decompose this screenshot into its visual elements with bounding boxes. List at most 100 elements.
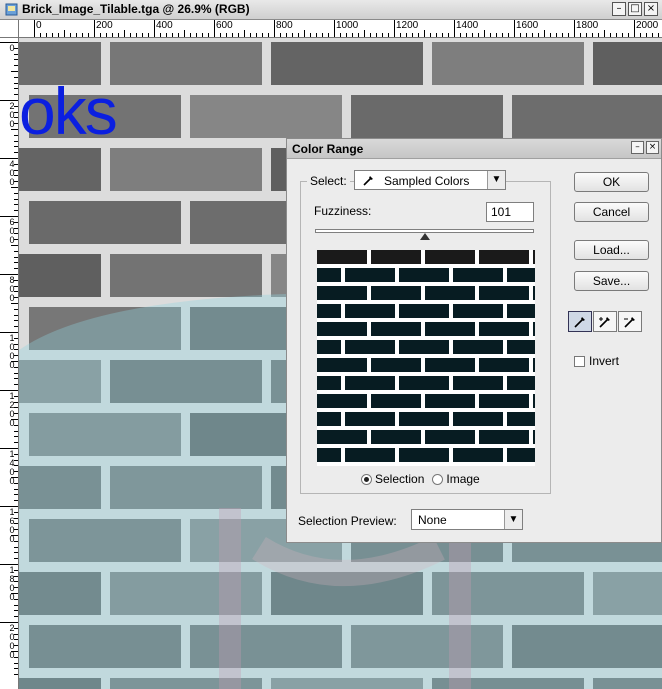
ruler-tick xyxy=(658,33,659,37)
preview-brick xyxy=(371,430,421,444)
ruler-tick xyxy=(14,378,18,380)
chevron-down-icon[interactable]: ▼ xyxy=(487,171,505,189)
preview-brick xyxy=(317,394,367,408)
ruler-tick xyxy=(136,33,137,37)
save-button[interactable]: Save... xyxy=(574,271,649,291)
ruler-tick xyxy=(430,33,431,37)
ruler-tick xyxy=(0,216,18,217)
document-title-bar[interactable]: Brick_Image_Tilable.tga @ 26.9% (RGB) – … xyxy=(0,0,662,20)
ruler-tick xyxy=(574,20,575,37)
preview-brick xyxy=(533,358,535,372)
document-icon xyxy=(5,3,18,16)
ruler-tick xyxy=(14,482,18,484)
ruler-tick xyxy=(14,198,18,200)
ruler-tick xyxy=(394,20,395,37)
ruler-tick xyxy=(14,413,18,415)
document-title: Brick_Image_Tilable.tga @ 26.9% (RGB) xyxy=(22,2,250,16)
ruler-tick xyxy=(532,33,533,37)
ruler-tick xyxy=(568,33,569,37)
preview-brick xyxy=(479,322,529,336)
ruler-tick xyxy=(11,361,18,362)
subtract-from-sample-button[interactable] xyxy=(618,311,642,332)
maximize-button[interactable]: □ xyxy=(628,2,642,16)
ruler-tick xyxy=(598,33,599,37)
ruler-tick xyxy=(14,169,18,171)
ruler-tick xyxy=(292,33,293,37)
eyedropper-minus-icon xyxy=(624,316,635,328)
ruler-tick xyxy=(448,33,449,37)
preview-brick xyxy=(533,250,535,264)
ruler-tick xyxy=(14,210,18,212)
image-radio-label[interactable]: Image xyxy=(446,472,479,486)
ruler-tick xyxy=(14,459,18,461)
ruler-tick xyxy=(250,33,251,37)
preview-brick xyxy=(479,250,529,264)
chevron-down-icon[interactable]: ▼ xyxy=(504,510,522,529)
close-button[interactable]: × xyxy=(644,2,658,16)
eyedropper-icon xyxy=(574,316,585,328)
ruler-tick xyxy=(226,33,227,37)
ruler-tick xyxy=(14,540,18,542)
horizontal-ruler[interactable]: 0 200 400 600 800 1000 1200 1400 1600 1800 2000 xyxy=(19,20,662,38)
ruler-tick xyxy=(358,33,359,37)
invert-label[interactable]: Invert xyxy=(589,354,619,368)
ruler-tick xyxy=(11,129,18,130)
ok-button[interactable]: OK xyxy=(574,172,649,192)
preview-brick xyxy=(453,268,503,282)
vertical-ruler[interactable]: 02 0 04 0 06 0 08 0 01 0 0 01 2 0 01 4 0… xyxy=(0,38,19,689)
ruler-tick xyxy=(0,158,18,159)
preview-brick xyxy=(507,376,535,390)
fuzziness-slider-thumb[interactable] xyxy=(420,233,430,240)
ruler-tick xyxy=(40,33,41,37)
ruler-tick xyxy=(100,33,101,37)
ruler-tick xyxy=(11,593,18,594)
eyedropper-plus-icon xyxy=(599,316,610,328)
ruler-tick xyxy=(14,662,18,664)
ruler-tick xyxy=(496,33,497,37)
cancel-button[interactable]: Cancel xyxy=(574,202,649,222)
preview-brick xyxy=(345,412,395,426)
ruler-tick xyxy=(14,384,18,386)
ruler-tick xyxy=(436,33,437,37)
ruler-tick xyxy=(556,33,557,37)
ruler-corner[interactable] xyxy=(0,20,19,38)
ruler-tick xyxy=(118,33,119,37)
dialog-title-bar[interactable]: Color Range – × xyxy=(287,139,661,159)
ruler-tick xyxy=(14,366,18,368)
color-range-dialog[interactable]: Color Range – × Select: Sampled Colors ▼… xyxy=(286,138,662,543)
preview-brick xyxy=(399,304,449,318)
minimize-button[interactable]: – xyxy=(612,2,626,16)
ruler-tick xyxy=(484,30,485,37)
dialog-close-button[interactable]: × xyxy=(646,141,659,154)
invert-checkbox[interactable] xyxy=(574,355,585,367)
selection-radio[interactable] xyxy=(361,473,372,485)
preview-brick xyxy=(533,394,535,408)
ruler-tick xyxy=(11,477,18,478)
ruler-tick xyxy=(14,494,18,496)
selection-preview-dropdown[interactable]: None ▼ xyxy=(411,509,523,530)
ruler-tick xyxy=(14,326,18,328)
ruler-tick xyxy=(502,33,503,37)
ruler-tick xyxy=(14,349,18,351)
ruler-tick xyxy=(14,436,18,438)
ruler-tick xyxy=(46,33,47,37)
select-dropdown[interactable]: Sampled Colors ▼ xyxy=(354,170,506,190)
dialog-collapse-button[interactable]: – xyxy=(631,141,644,154)
eyedropper-button[interactable] xyxy=(568,311,592,332)
ruler-tick xyxy=(646,33,647,37)
preview-brick xyxy=(399,268,449,282)
image-radio[interactable] xyxy=(432,473,444,485)
ruler-tick xyxy=(14,604,18,606)
ruler-tick xyxy=(652,33,653,37)
ruler-tick xyxy=(14,517,18,519)
ruler-tick xyxy=(268,33,269,37)
ruler-tick xyxy=(412,33,413,37)
load-button[interactable]: Load... xyxy=(574,240,649,260)
ruler-tick xyxy=(14,256,18,258)
add-to-sample-button[interactable] xyxy=(593,311,617,332)
selection-radio-label[interactable]: Selection xyxy=(375,472,424,486)
ruler-tick xyxy=(14,262,18,264)
preview-brick xyxy=(479,394,529,408)
fuzziness-input[interactable]: 101 xyxy=(486,202,534,222)
ruler-tick xyxy=(14,471,18,473)
